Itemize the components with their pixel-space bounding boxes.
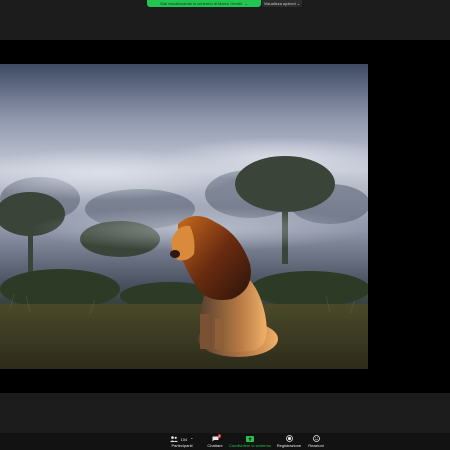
reactions-button[interactable]: Reazioni xyxy=(307,435,325,450)
top-bar: Stai visualizzando lo schermo di Marco G… xyxy=(0,0,450,40)
share-screen-button[interactable]: Condividere lo schermo xyxy=(228,435,272,450)
share-screen-icon xyxy=(246,435,254,443)
record-icon xyxy=(285,435,293,443)
share-screen-label: Condividere lo schermo xyxy=(228,443,272,448)
chat-button[interactable]: 2 Chattare xyxy=(205,434,225,450)
chevron-up-icon[interactable]: ⌃ xyxy=(190,437,193,442)
reactions-label: Reazioni xyxy=(308,443,324,448)
record-label: Registrazione xyxy=(276,443,302,448)
reactions-icon xyxy=(312,435,320,443)
chat-label: Chattare xyxy=(207,443,223,448)
participants-icon xyxy=(170,435,179,443)
view-options-button[interactable]: Visualizza opzioni ⌄ xyxy=(262,0,302,7)
screen-share-banner[interactable]: Stai visualizzando lo schermo di Marco G… xyxy=(147,0,261,7)
shared-screen-area xyxy=(0,40,450,393)
record-button[interactable]: Registrazione xyxy=(276,435,302,450)
chevron-down-icon: ⌄ xyxy=(296,1,301,6)
chevron-down-icon[interactable]: ⌄ xyxy=(245,0,248,7)
participants-button[interactable]: 104 ⌃ Partecipanti xyxy=(170,435,194,450)
view-options-label: Visualizza opzioni xyxy=(263,1,296,6)
shared-lion-image xyxy=(0,64,368,369)
participants-count: 104 xyxy=(180,436,188,442)
chat-badge: 2 xyxy=(217,434,222,438)
meeting-toolbar: 104 ⌃ Partecipanti 2 Chattare Condivider… xyxy=(0,433,450,450)
participants-label: Partecipanti xyxy=(171,443,193,448)
share-banner-text: Stai visualizzando lo schermo di Marco G… xyxy=(160,1,242,6)
bottom-gap xyxy=(0,393,450,433)
